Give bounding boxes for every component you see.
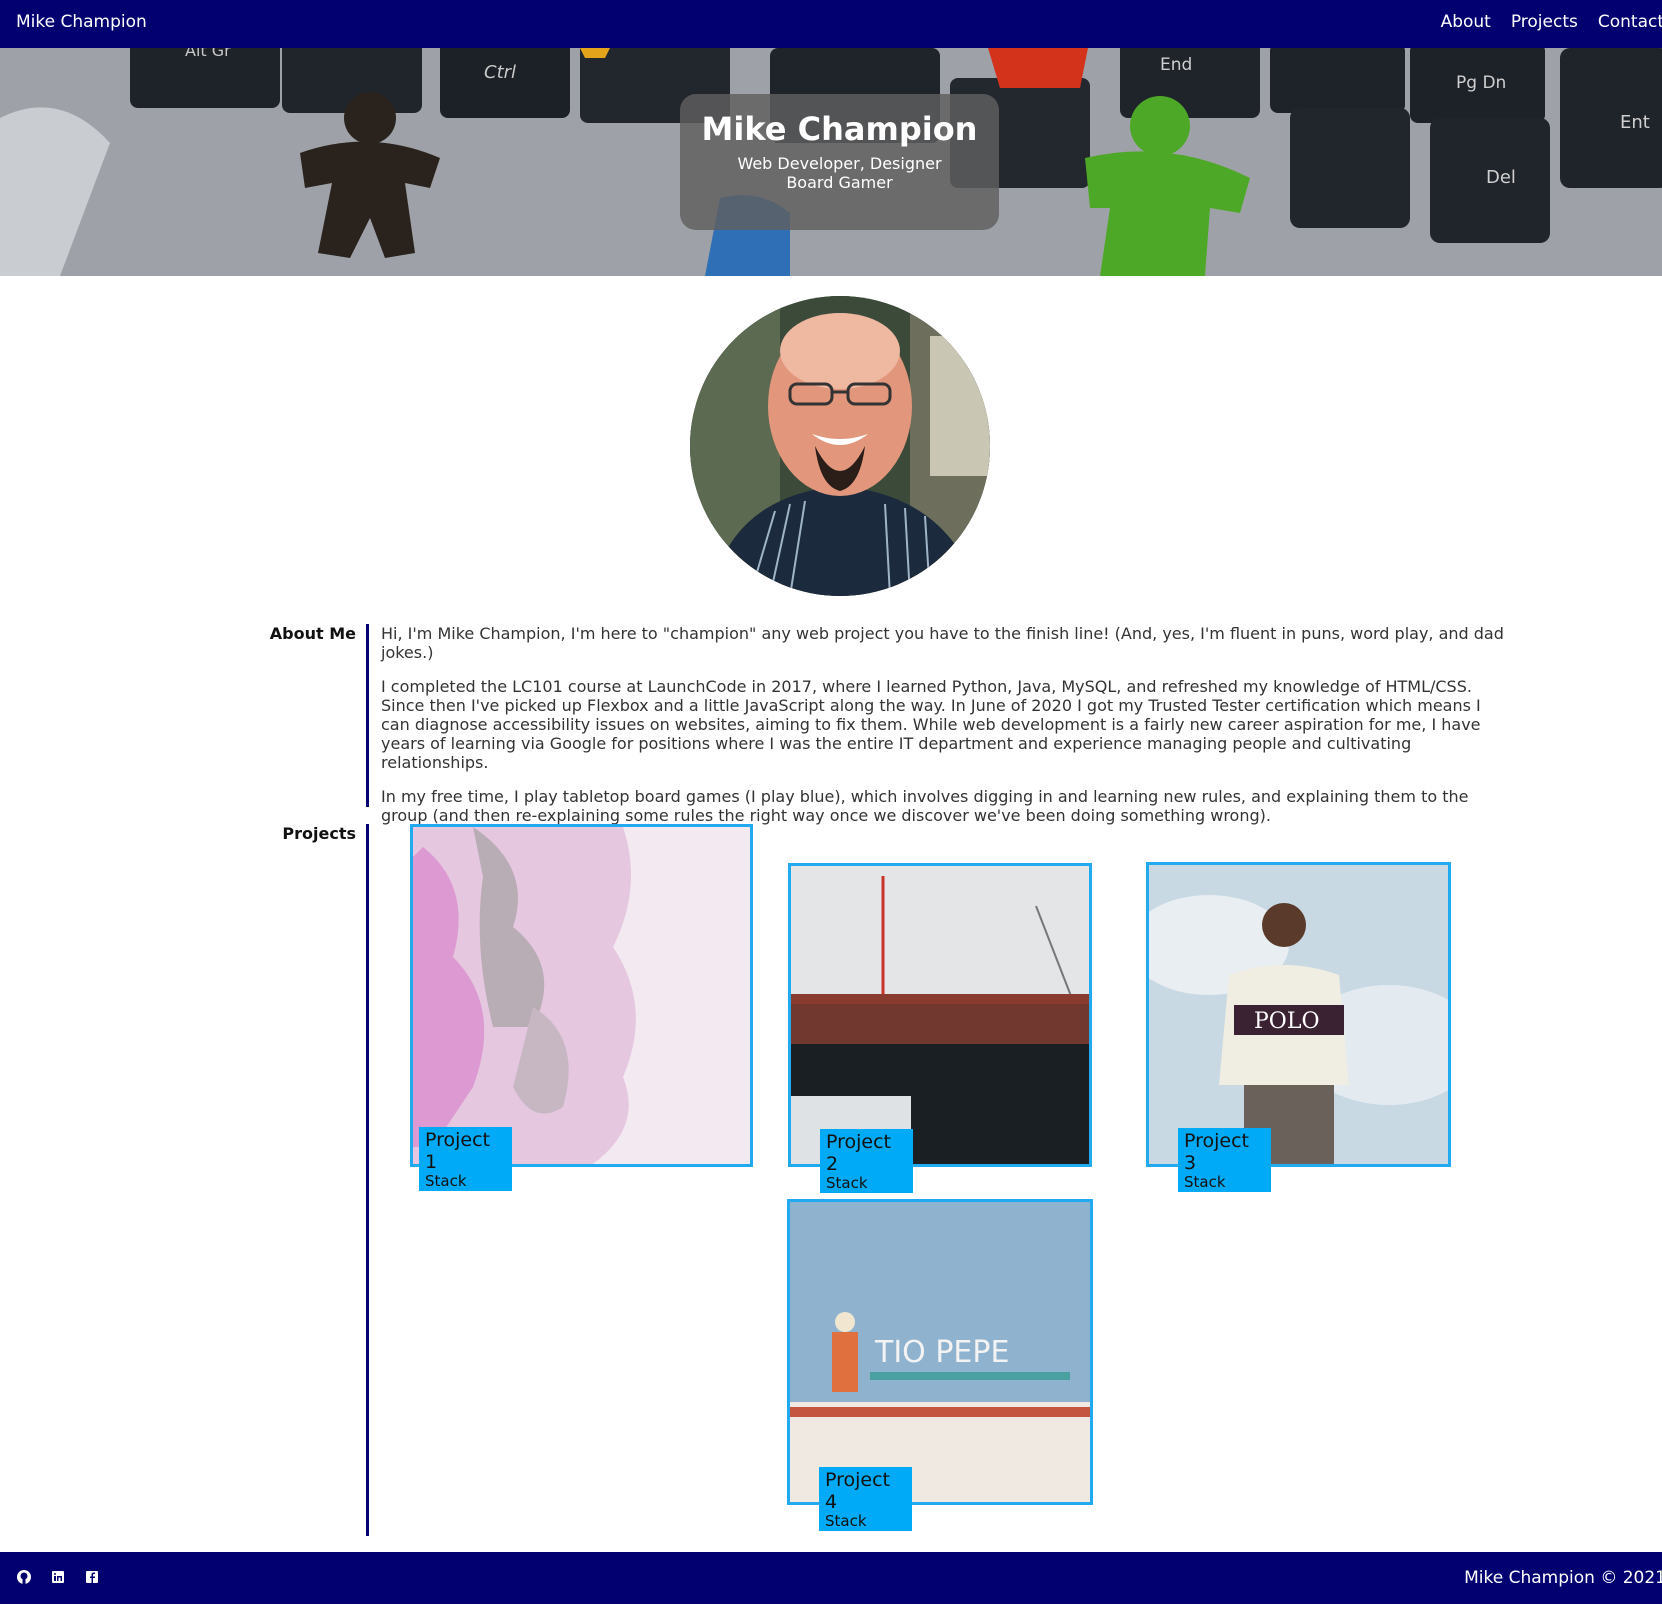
key-legend-ent: Ent bbox=[1620, 112, 1650, 133]
hero-subtitle-line-1: Web Developer, Designer bbox=[737, 154, 942, 173]
project-3-image: POLO bbox=[1149, 865, 1448, 1164]
project-2-tag: Project 2 Stack bbox=[820, 1129, 913, 1193]
project-card-4[interactable]: TIO PEPE Project 4 Stack bbox=[787, 1199, 1093, 1531]
project-4-title: Project 4 bbox=[825, 1469, 891, 1513]
github-icon[interactable] bbox=[16, 1569, 32, 1585]
about-text: Hi, I'm Mike Champion, I'm here to "cham… bbox=[381, 624, 1509, 840]
project-2-image bbox=[791, 866, 1089, 1164]
footer: Mike Champion © 2021 bbox=[0, 1552, 1662, 1604]
projects-section-label: Projects bbox=[282, 824, 356, 843]
nav-link-contact[interactable]: Contact bbox=[1598, 12, 1662, 32]
project-1-tag: Project 1 Stack bbox=[419, 1127, 512, 1191]
hero-subtitle-line-2: Board Gamer bbox=[786, 173, 893, 192]
linkedin-icon[interactable] bbox=[50, 1569, 66, 1585]
project-4-stack: Stack bbox=[825, 1512, 867, 1530]
project-4-image: TIO PEPE bbox=[790, 1202, 1090, 1502]
copyright-text: Mike Champion © 2021 bbox=[1464, 1568, 1662, 1588]
project-3-stack: Stack bbox=[1184, 1173, 1226, 1191]
about-paragraph-1: Hi, I'm Mike Champion, I'm here to "cham… bbox=[381, 624, 1504, 662]
key-legend-del: Del bbox=[1486, 167, 1516, 188]
project-3-tag: Project 3 Stack bbox=[1178, 1128, 1271, 1192]
social-links bbox=[16, 1569, 100, 1585]
key-legend-ctrl: Ctrl bbox=[484, 62, 516, 83]
hero-intro-card: Mike Champion Web Developer, Designer Bo… bbox=[680, 94, 999, 230]
polo-text: POLO bbox=[1254, 1009, 1319, 1034]
profile-avatar bbox=[690, 296, 990, 596]
brand-link[interactable]: Mike Champion bbox=[16, 12, 147, 32]
project-1-title: Project 1 bbox=[425, 1129, 491, 1173]
project-2-title: Project 2 bbox=[826, 1131, 892, 1175]
project-4-tag: Project 4 Stack bbox=[819, 1467, 912, 1531]
project-card-1[interactable]: Project 1 Stack bbox=[410, 824, 753, 1191]
project-1-stack: Stack bbox=[425, 1172, 467, 1190]
hero-name: Mike Champion bbox=[701, 110, 978, 148]
nav-link-projects[interactable]: Projects bbox=[1511, 12, 1578, 32]
about-section-label: About Me bbox=[269, 624, 356, 643]
project-1-image bbox=[413, 827, 750, 1164]
project-2-stack: Stack bbox=[826, 1174, 868, 1192]
about-paragraph-2: I completed the LC101 course at LaunchCo… bbox=[381, 677, 1481, 772]
nav-links: About Projects Contact bbox=[1441, 12, 1662, 32]
project-3-title: Project 3 bbox=[1184, 1130, 1250, 1174]
hero-subtitle: Web Developer, Designer Board Gamer bbox=[680, 154, 999, 192]
key-legend-end: End bbox=[1160, 55, 1192, 75]
facebook-icon[interactable] bbox=[84, 1569, 100, 1585]
hero-banner: Alt Gr Ctrl End Pg Dn Del Ent Mike Champ… bbox=[0, 48, 1662, 276]
key-legend-altgr: Alt Gr bbox=[185, 48, 231, 60]
top-navbar: Mike Champion About Projects Contact bbox=[0, 0, 1662, 48]
tio-pepe-sign-text: TIO PEPE bbox=[874, 1335, 1009, 1370]
about-paragraph-3: In my free time, I play tabletop board g… bbox=[381, 787, 1469, 825]
nav-link-about[interactable]: About bbox=[1441, 12, 1491, 32]
project-card-3[interactable]: POLO Project 3 Stack bbox=[1146, 862, 1451, 1192]
key-legend-pgdn: Pg Dn bbox=[1456, 73, 1506, 93]
project-card-2[interactable]: Project 2 Stack bbox=[788, 863, 1092, 1193]
about-divider bbox=[366, 624, 369, 807]
projects-divider bbox=[366, 824, 369, 1536]
